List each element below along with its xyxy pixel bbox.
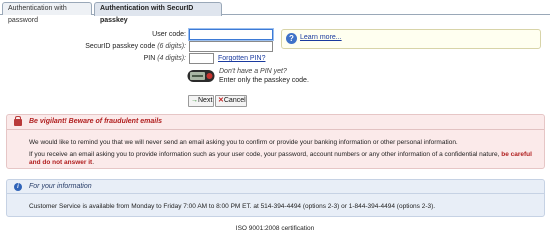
passkey-hint: (6 digits): <box>157 43 186 50</box>
info-icon: i <box>14 183 22 191</box>
warning-text-1: We would like to remind you that we will… <box>29 139 458 146</box>
next-button[interactable]: →Next <box>188 95 214 107</box>
info-text: Customer Service is available from Monda… <box>29 203 436 210</box>
passkey-label: SecurID passkey code (6 digits): <box>80 41 186 53</box>
tab-securid-auth[interactable]: Authentication with SecurID passkey <box>94 2 222 24</box>
next-label: Next <box>198 97 213 104</box>
info-header: i For your information <box>7 180 544 194</box>
forgotten-pin-link[interactable]: Forgotten PIN? <box>218 55 265 62</box>
warning-header: Be vigilant! Beware of fraudulent emails <box>7 115 544 130</box>
info-panel: i For your information Customer Service … <box>6 179 545 217</box>
passkey-only-text: Enter only the passkey code. <box>219 77 309 84</box>
no-pin-text: Don't have a PIN yet? <box>219 68 287 75</box>
tab-password-auth[interactable]: Authentication with password <box>2 2 92 24</box>
pin-hint: (4 digits): <box>157 55 186 62</box>
info-title: For your information <box>29 183 92 190</box>
lock-icon <box>14 116 22 126</box>
pin-input[interactable] <box>189 53 214 64</box>
warning-text-2-plain: If you receive an email asking you to pr… <box>29 151 502 158</box>
warning-text-2: If you receive an email asking you to pr… <box>29 151 534 167</box>
user-code-label: User code: <box>152 31 186 38</box>
question-icon: ? <box>286 33 297 44</box>
warning-text-2-end: . <box>92 159 95 166</box>
arrow-right-icon: → <box>191 97 198 104</box>
learn-more-link[interactable]: Learn more... <box>300 34 342 41</box>
iso-certification: ISO 9001:2008 certification <box>235 225 315 232</box>
pin-label-text: PIN <box>143 55 156 62</box>
securid-token-icon <box>187 70 215 82</box>
tab-bar: Authentication with password Authenticat… <box>0 0 550 24</box>
cancel-label: Cancel <box>223 97 246 104</box>
user-code-input[interactable] <box>189 29 273 40</box>
learn-more-box: ? Learn more... <box>281 29 541 49</box>
cancel-button[interactable]: ✕Cancel <box>215 95 247 107</box>
pin-label: PIN (4 digits): <box>120 53 186 65</box>
fraud-warning-panel: Be vigilant! Beware of fraudulent emails… <box>6 114 545 169</box>
passkey-label-text: SecurID passkey code <box>85 43 156 50</box>
warning-title: Be vigilant! Beware of fraudulent emails <box>29 118 163 125</box>
passkey-input[interactable] <box>189 41 273 52</box>
